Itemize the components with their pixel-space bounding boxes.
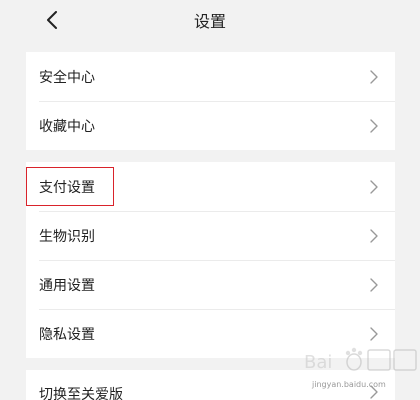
chevron-right-icon: [369, 179, 379, 194]
chevron-right-icon: [369, 277, 379, 292]
chevron-right-icon: [369, 118, 379, 133]
settings-group-1: 安全中心 收藏中心: [26, 52, 395, 150]
settings-item-payment-settings[interactable]: 支付设置: [26, 162, 395, 211]
settings-item-label: 收藏中心: [39, 118, 95, 135]
settings-group-2: 支付设置 生物识别 通用设置 隐私设置: [26, 162, 395, 358]
chevron-right-icon: [369, 228, 379, 243]
settings-item-label: 通用设置: [39, 277, 95, 294]
chevron-right-icon: [369, 326, 379, 341]
settings-item-label: 切换至关爱版: [39, 387, 123, 400]
settings-item-biometrics[interactable]: 生物识别: [26, 211, 395, 260]
watermark-text: jingyan.baidu.com: [312, 380, 386, 389]
settings-item-label: 安全中心: [39, 69, 95, 86]
header-bar: 设置: [0, 0, 420, 40]
settings-item-label: 支付设置: [39, 179, 95, 196]
settings-item-label: 生物识别: [39, 228, 95, 245]
page-title: 设置: [193, 12, 226, 31]
settings-item-favorites-center[interactable]: 收藏中心: [26, 101, 395, 150]
settings-item-label: 隐私设置: [39, 326, 95, 343]
settings-item-security-center[interactable]: 安全中心: [26, 52, 395, 101]
chevron-right-icon: [369, 69, 379, 84]
settings-item-general-settings[interactable]: 通用设置: [26, 260, 395, 309]
svg-text:Bai: Bai: [304, 352, 332, 373]
